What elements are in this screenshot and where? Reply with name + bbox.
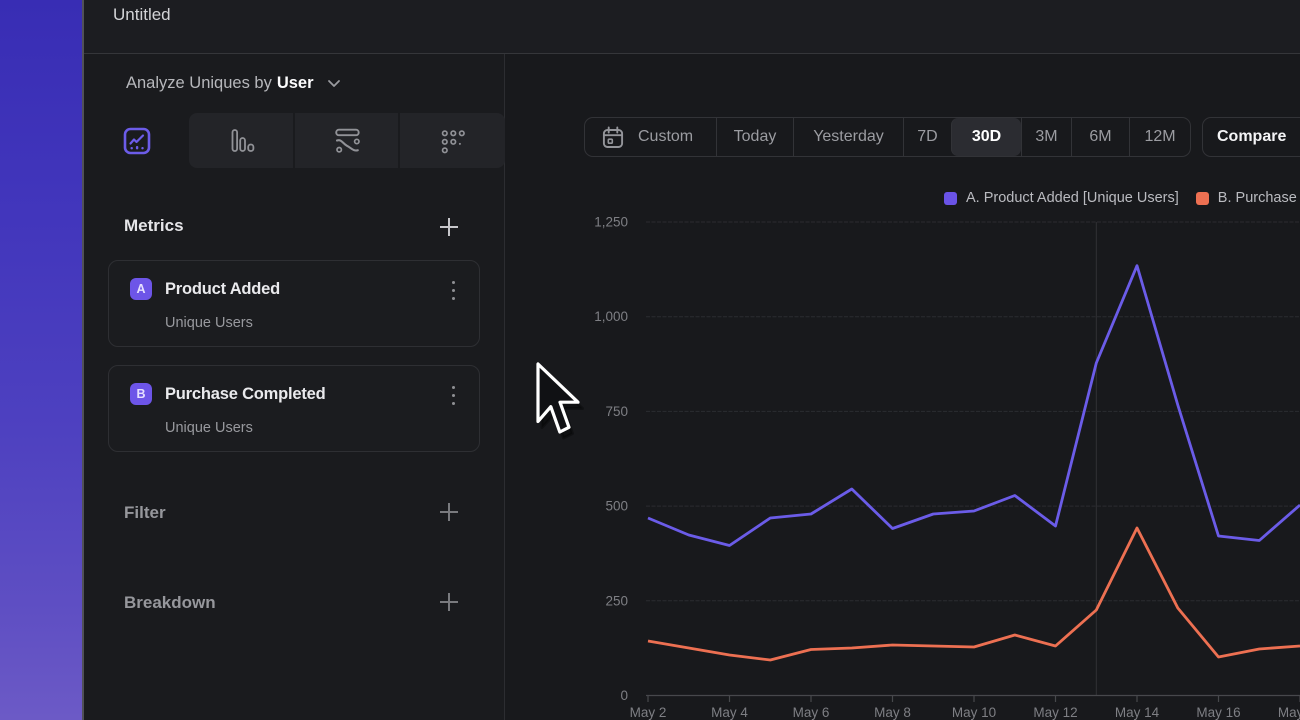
svg-text:1,250: 1,250 [594,215,628,230]
svg-text:May 14: May 14 [1115,705,1160,720]
svg-text:750: 750 [605,404,628,419]
svg-text:May 12: May 12 [1033,705,1077,720]
svg-text:May 8: May 8 [874,705,911,720]
svg-text:May 4: May 4 [711,705,748,720]
svg-text:1,000: 1,000 [594,309,628,324]
svg-text:May 2: May 2 [630,705,667,720]
svg-text:May 16: May 16 [1196,705,1240,720]
svg-text:0: 0 [620,688,628,703]
svg-text:May 10: May 10 [952,705,996,720]
svg-text:May 18: May 18 [1278,705,1300,720]
svg-text:500: 500 [605,499,628,514]
svg-text:250: 250 [605,593,628,608]
svg-text:May 6: May 6 [793,705,830,720]
